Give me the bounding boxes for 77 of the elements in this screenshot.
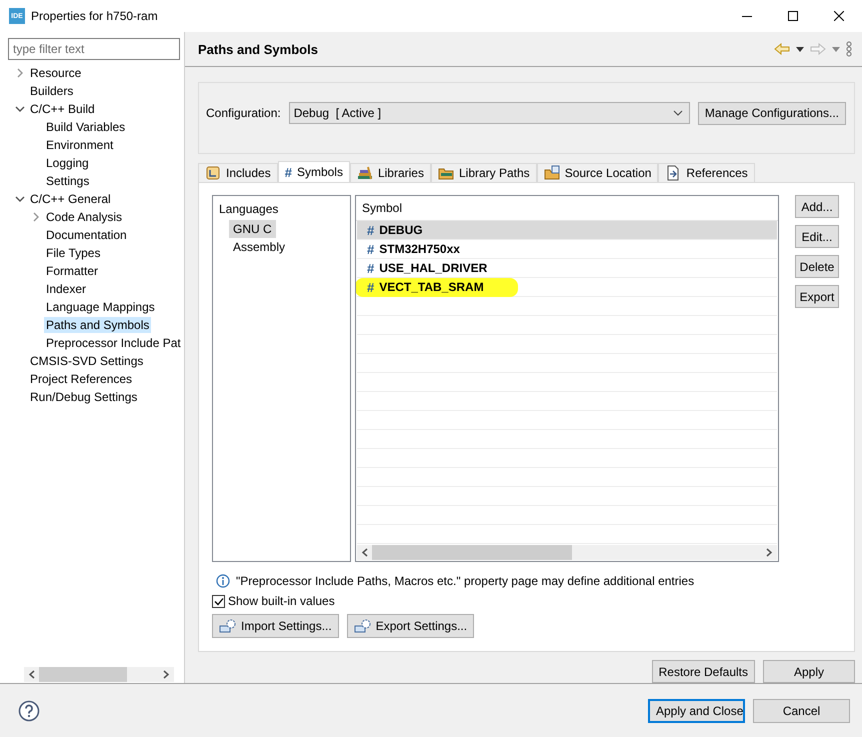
manage-configurations-button[interactable]: Manage Configurations... <box>698 102 846 124</box>
configuration-dropdown[interactable]: Debug [ Active ] <box>288 102 690 124</box>
tree-item[interactable]: Language Mappings <box>44 299 157 315</box>
settings-button[interactable]: Export Settings... <box>346 614 474 638</box>
language-item[interactable]: GNU C <box>229 220 276 238</box>
tree-item[interactable]: Environment <box>44 137 116 153</box>
tab[interactable]: Library Paths <box>430 163 537 182</box>
tab[interactable]: Includes <box>198 163 278 182</box>
filter-field[interactable]: type filter text <box>8 38 180 60</box>
settings-file-icon <box>354 618 372 634</box>
tree-item[interactable]: Paths and Symbols <box>44 317 152 333</box>
symbol-row[interactable]: # VECT_TAB_SRAM <box>357 278 777 297</box>
highlighted-symbol: # VECT_TAB_SRAM <box>356 278 518 296</box>
symbol-name: # DEBUG <box>366 222 424 238</box>
tab[interactable]: References <box>658 163 755 182</box>
list-heading: Languages <box>219 202 278 216</box>
symbol-name: # USE_HAL_DRIVER <box>366 260 488 276</box>
info-icon <box>216 574 230 588</box>
checkbox-label[interactable]: Show built-in values <box>228 594 335 608</box>
tree-item[interactable]: Logging <box>44 155 91 171</box>
language-item[interactable]: Assembly <box>229 238 290 256</box>
tree-item[interactable]: C/C++ General <box>28 191 113 207</box>
column-header[interactable]: Symbol <box>362 201 402 215</box>
document-icon <box>205 165 221 181</box>
chevron-left-icon[interactable] <box>361 548 368 557</box>
action-button[interactable]: Add... <box>795 195 839 218</box>
help-icon[interactable] <box>18 700 40 722</box>
settings-button[interactable]: Import Settings... <box>212 614 339 638</box>
tab[interactable]: Libraries <box>350 163 431 182</box>
tree-item[interactable]: Settings <box>44 173 92 189</box>
more-icon[interactable] <box>846 41 852 57</box>
tree-item[interactable]: Preprocessor Include Pat <box>44 335 183 351</box>
chevron-left-icon[interactable] <box>28 670 35 679</box>
tree-item[interactable]: Indexer <box>44 281 88 297</box>
tree-item[interactable]: Run/Debug Settings <box>28 389 140 405</box>
tree-item[interactable]: Formatter <box>44 263 100 279</box>
page-title: Paths and Symbols <box>198 42 319 56</box>
folder-icon <box>544 165 560 181</box>
symbol-row[interactable]: # STM32H750xx <box>357 240 777 259</box>
tree-item[interactable]: Documentation <box>44 227 129 243</box>
tree-item[interactable]: Code Analysis <box>44 209 124 225</box>
tree-item[interactable]: Project References <box>28 371 134 387</box>
tree-item[interactable]: Builders <box>28 83 76 99</box>
symbol-row[interactable]: # DEBUG <box>357 221 777 240</box>
action-button[interactable]: Edit... <box>795 225 839 248</box>
dropdown-icon[interactable] <box>796 46 804 52</box>
tree-item[interactable]: Build Variables <box>44 119 128 135</box>
scrollbar[interactable] <box>24 667 174 682</box>
tree-item[interactable]: Resource <box>28 65 84 81</box>
tab[interactable]: Source Location <box>536 163 658 182</box>
chevron-right-icon[interactable] <box>15 68 25 78</box>
maximize-icon[interactable] <box>788 11 798 21</box>
tree-item[interactable]: C/C++ Build <box>28 101 97 117</box>
close-icon[interactable] <box>834 11 844 21</box>
info-text: "Preprocessor Include Paths, Macros etc." property page may define additional entries <box>236 574 694 588</box>
dialog-button[interactable]: Cancel <box>753 698 850 722</box>
action-button[interactable]: Delete <box>795 255 839 278</box>
window-title: Properties for h750-ram <box>31 9 159 23</box>
page-button[interactable]: Apply <box>763 660 855 683</box>
settings-file-icon <box>219 618 237 634</box>
tab[interactable]: # Symbols <box>278 161 350 182</box>
chevron-right-icon[interactable] <box>766 548 773 557</box>
symbol-name: # STM32H750xx <box>366 242 461 256</box>
scrollbar[interactable] <box>357 545 777 560</box>
tree-item[interactable]: File Types <box>44 245 102 261</box>
chevron-right-icon[interactable] <box>163 670 170 679</box>
chevron-down-icon[interactable] <box>672 110 683 116</box>
page-button[interactable]: Restore Defaults <box>652 660 755 683</box>
chevron-down-icon[interactable] <box>15 104 25 114</box>
chevron-right-icon[interactable] <box>31 212 41 222</box>
tree-item[interactable]: CMSIS-SVD Settings <box>28 353 146 369</box>
configuration-label: Configuration: <box>206 106 281 120</box>
action-button[interactable]: Export <box>795 285 839 308</box>
books-icon <box>356 165 373 181</box>
chevron-down-icon[interactable] <box>15 194 25 204</box>
checkbox[interactable] <box>212 594 225 608</box>
dialog-button[interactable]: Apply and Close <box>648 698 745 722</box>
